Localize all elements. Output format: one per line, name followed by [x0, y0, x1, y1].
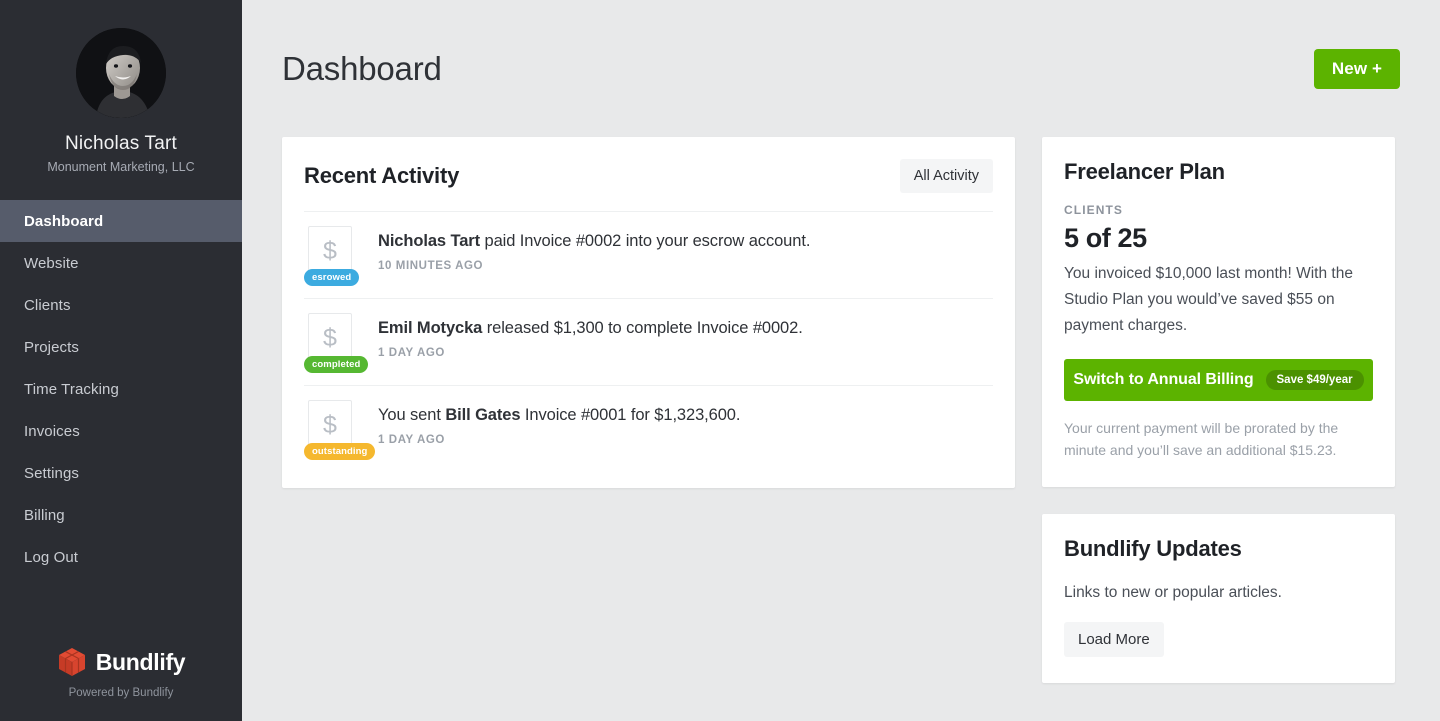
left-column: Recent Activity All Activity $ esrowed N…: [282, 137, 1015, 488]
plan-metric-label: CLIENTS: [1064, 203, 1124, 217]
powered-by-label: Powered by Bundlify: [68, 687, 174, 699]
sidebar-footer: Bundlify Powered by Bundlify: [0, 647, 242, 721]
activity-timestamp: 1 DAY AGO: [378, 434, 445, 446]
activity-actor: Nicholas Tart: [378, 232, 481, 250]
status-badge: outstanding: [304, 443, 376, 460]
activity-body: You sent Bill Gates Invoice #0001 for $1…: [378, 400, 740, 446]
card-spacer: [282, 472, 1015, 488]
activity-icon-group: $ outstanding: [304, 400, 376, 460]
activity-actor: Emil Motycka: [378, 319, 483, 337]
activity-text-before: You sent: [378, 406, 446, 424]
sidebar-profile: Nicholas Tart Monument Marketing, LLC: [0, 0, 242, 197]
profile-company: Monument Marketing, LLC: [47, 160, 195, 174]
sidebar-item-log-out[interactable]: Log Out: [0, 536, 242, 578]
brand-name: Bundlify: [95, 649, 186, 675]
activity-timestamp: 1 DAY AGO: [378, 347, 445, 359]
sidebar-item-billing[interactable]: Billing: [0, 494, 242, 536]
sidebar-nav: Dashboard Website Clients Projects Time …: [0, 200, 242, 578]
recent-activity-card: Recent Activity All Activity $ esrowed N…: [282, 137, 1015, 488]
main-content: Dashboard New + Recent Activity All Acti…: [242, 0, 1440, 721]
profile-name: Nicholas Tart: [64, 133, 178, 154]
switch-billing-label: Switch to Annual Billing: [1073, 371, 1254, 388]
updates-card: Bundlify Updates Links to new or popular…: [1042, 514, 1395, 683]
activity-list: $ esrowed Nicholas Tart paid Invoice #00…: [282, 211, 1015, 472]
activity-body: Nicholas Tart paid Invoice #0002 into yo…: [378, 226, 810, 272]
sidebar-item-label: Clients: [24, 296, 71, 314]
activity-item[interactable]: $ completed Emil Motycka released $1,300…: [304, 298, 993, 385]
recent-activity-header: Recent Activity All Activity: [282, 137, 1015, 211]
sidebar-item-label: Projects: [24, 338, 79, 356]
recent-activity-title: Recent Activity: [304, 163, 460, 188]
user-avatar-photo-icon: [76, 28, 166, 118]
plan-metric-value: 5 of 25: [1064, 223, 1147, 253]
new-button[interactable]: New +: [1313, 48, 1400, 89]
bundlify-cube-logo-icon: [58, 648, 85, 676]
sidebar-item-label: Time Tracking: [24, 380, 119, 398]
activity-text: Emil Motycka released $1,300 to complete…: [378, 317, 803, 339]
plan-note: Your current payment will be prorated by…: [1064, 420, 1339, 458]
plan-title: Freelancer Plan: [1064, 159, 1225, 184]
activity-text: Nicholas Tart paid Invoice #0002 into yo…: [378, 230, 810, 252]
sidebar-item-label: Settings: [24, 464, 79, 482]
sidebar-item-label: Invoices: [24, 422, 80, 440]
updates-description: Links to new or popular articles.: [1064, 584, 1282, 601]
sidebar-item-label: Billing: [24, 506, 65, 524]
activity-actor: Bill Gates: [445, 406, 521, 424]
app-root: Nicholas Tart Monument Marketing, LLC Da…: [0, 0, 1440, 721]
activity-item[interactable]: $ outstanding You sent Bill Gates Invoic…: [304, 385, 993, 472]
status-badge: completed: [304, 356, 369, 373]
activity-text-after: released $1,300 to complete Invoice #000…: [482, 319, 803, 337]
activity-icon-group: $ esrowed: [304, 226, 360, 286]
sidebar-item-label: Website: [24, 254, 79, 272]
activity-item[interactable]: $ esrowed Nicholas Tart paid Invoice #00…: [304, 211, 993, 298]
sidebar-item-clients[interactable]: Clients: [0, 284, 242, 326]
updates-title: Bundlify Updates: [1064, 536, 1242, 561]
sidebar-item-label: Log Out: [24, 548, 79, 566]
page-title: Dashboard: [282, 49, 442, 87]
switch-to-annual-billing-button[interactable]: Switch to Annual Billing Save $49/year: [1064, 359, 1373, 401]
sidebar-item-dashboard[interactable]: Dashboard: [0, 200, 242, 242]
activity-text: You sent Bill Gates Invoice #0001 for $1…: [378, 404, 740, 426]
sidebar-item-website[interactable]: Website: [0, 242, 242, 284]
savings-badge: Save $49/year: [1265, 370, 1364, 390]
activity-text-after: paid Invoice #0002 into your escrow acco…: [480, 232, 811, 250]
status-badge: esrowed: [304, 269, 360, 286]
sidebar-item-invoices[interactable]: Invoices: [0, 410, 242, 452]
sidebar: Nicholas Tart Monument Marketing, LLC Da…: [0, 0, 242, 721]
all-activity-button[interactable]: All Activity: [899, 159, 993, 193]
sidebar-item-time-tracking[interactable]: Time Tracking: [0, 368, 242, 410]
brand-logo[interactable]: Bundlify: [0, 647, 242, 678]
activity-text-after: Invoice #0001 for $1,323,600.: [520, 406, 741, 424]
avatar: [76, 28, 166, 118]
sidebar-item-label: Dashboard: [24, 212, 104, 230]
page-header: Dashboard New +: [282, 0, 1400, 137]
right-column: Freelancer Plan CLIENTS 5 of 25 You invo…: [1042, 137, 1395, 683]
sidebar-item-settings[interactable]: Settings: [0, 452, 242, 494]
activity-icon-group: $ completed: [304, 313, 369, 373]
plan-description: You invoiced $10,000 last month! With th…: [1064, 265, 1353, 334]
activity-timestamp: 10 MINUTES AGO: [378, 260, 484, 272]
plan-card: Freelancer Plan CLIENTS 5 of 25 You invo…: [1042, 137, 1395, 487]
sidebar-item-projects[interactable]: Projects: [0, 326, 242, 368]
activity-body: Emil Motycka released $1,300 to complete…: [378, 313, 803, 359]
load-more-button[interactable]: Load More: [1064, 622, 1164, 657]
dashboard-columns: Recent Activity All Activity $ esrowed N…: [282, 137, 1400, 683]
